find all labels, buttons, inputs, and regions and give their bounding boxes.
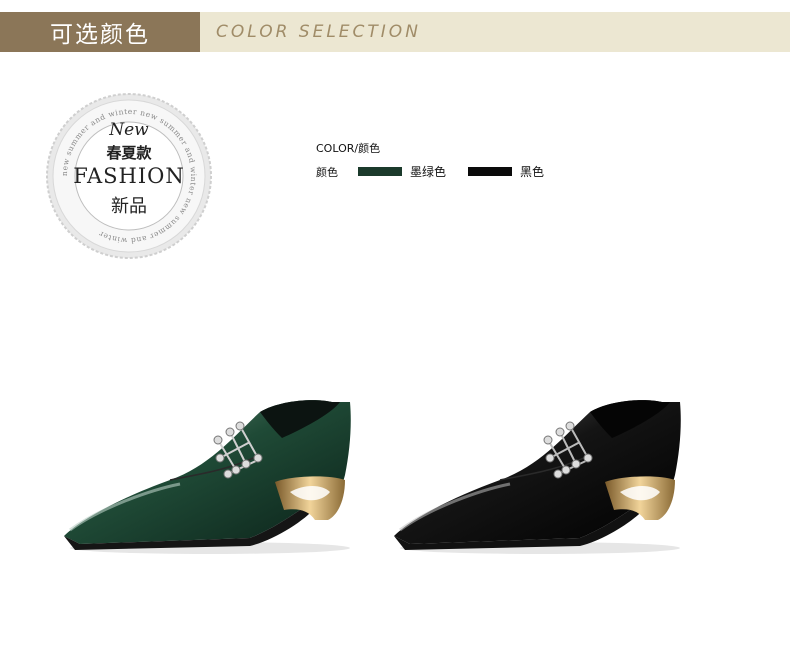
green-loafer-icon — [64, 400, 351, 554]
header-title-cn: 可选颜色 — [0, 12, 200, 52]
header-title-en: COLOR SELECTION — [200, 12, 790, 52]
badge-new-text: New — [109, 120, 149, 140]
black-loafer-icon — [394, 400, 681, 554]
color-label-black: 黑色 — [520, 165, 545, 179]
color-swatch-black[interactable] — [468, 167, 513, 176]
badge-season-text: 春夏款 — [106, 144, 152, 162]
color-swatch-dark-green[interactable] — [358, 167, 402, 176]
color-row: 颜色 墨绿色 黑色 — [316, 163, 566, 180]
color-label-dark-green: 墨绿色 — [410, 165, 447, 179]
section-header: 可选颜色 COLOR SELECTION — [0, 12, 790, 52]
color-title: COLOR/颜色 — [316, 142, 381, 155]
color-options-panel: COLOR/颜色 颜色 墨绿色 黑色 — [316, 140, 566, 180]
color-row-label: 颜色 — [316, 165, 338, 179]
badge-new-item-text: 新品 — [111, 196, 147, 217]
new-fashion-badge: new summer and winter new summer and win… — [45, 92, 213, 260]
badge-fashion-text: FASHION — [73, 164, 185, 188]
